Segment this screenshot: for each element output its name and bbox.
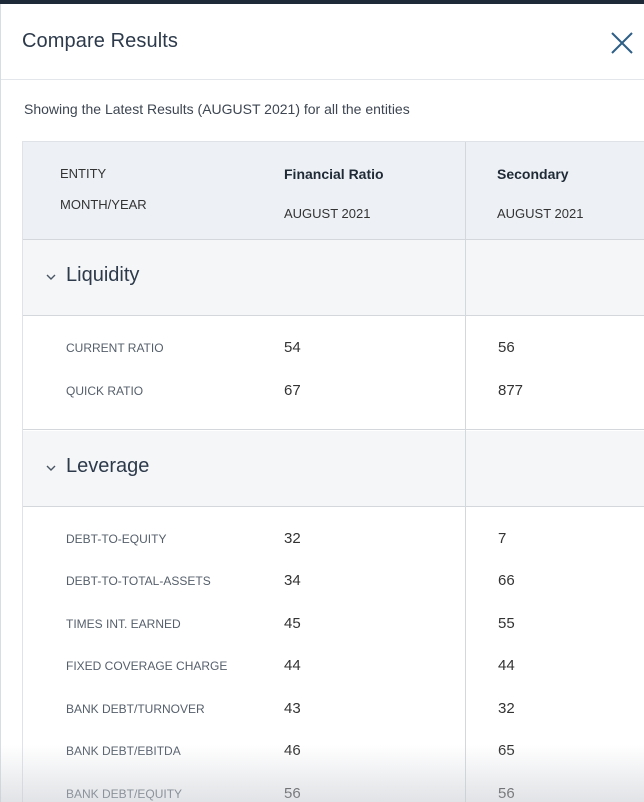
column-header-secondary: Secondary	[497, 166, 569, 182]
metric-label: BANK DEBT/EBITDA	[66, 744, 181, 758]
section-label: Liquidity	[66, 264, 140, 286]
secondary-value: 56	[498, 339, 515, 356]
financial-ratio-value: 44	[284, 657, 301, 674]
column-divider	[465, 142, 466, 802]
metric-label: DEBT-TO-TOTAL-ASSETS	[66, 574, 211, 588]
table-header: ENTITY MONTH/YEAR Financial Ratio AUGUST…	[23, 142, 644, 240]
section-label: Leverage	[66, 455, 150, 477]
month-year-label: MONTH/YEAR	[60, 197, 147, 212]
modal-header: Compare Results	[1, 4, 644, 80]
table-row: BANK DEBT/EQUITY 56 56	[23, 775, 644, 802]
metric-label: CURRENT RATIO	[66, 341, 164, 355]
column-date-financial-ratio: AUGUST 2021	[284, 206, 371, 221]
modal-title: Compare Results	[22, 30, 179, 52]
section-toggle-leverage[interactable]: Leverage	[23, 431, 644, 507]
financial-ratio-value: 54	[284, 339, 301, 356]
secondary-value: 56	[498, 785, 515, 802]
secondary-value: 32	[498, 700, 515, 717]
metric-label: FIXED COVERAGE CHARGE	[66, 659, 228, 673]
close-icon	[611, 32, 633, 54]
chevron-down-icon	[46, 274, 56, 280]
table-row: CURRENT RATIO 54 56	[23, 329, 644, 369]
metric-label: QUICK RATIO	[66, 384, 144, 398]
financial-ratio-value: 34	[284, 572, 301, 589]
table-row: BANK DEBT/TURNOVER 43 32	[23, 690, 644, 730]
results-subtitle: Showing the Latest Results (AUGUST 2021)…	[24, 101, 410, 117]
chevron-down-icon	[46, 465, 56, 471]
financial-ratio-value: 32	[284, 530, 301, 547]
close-button[interactable]	[607, 28, 637, 58]
metric-label: TIMES INT. EARNED	[66, 617, 181, 631]
secondary-value: 44	[498, 657, 515, 674]
financial-ratio-value: 46	[284, 742, 301, 759]
secondary-value: 7	[498, 530, 507, 547]
column-date-secondary: AUGUST 2021	[497, 206, 584, 221]
section-divider	[23, 429, 644, 430]
metric-label: DEBT-TO-EQUITY	[66, 532, 167, 546]
entity-label: ENTITY	[60, 166, 107, 181]
column-header-financial-ratio: Financial Ratio	[284, 166, 384, 182]
metric-label: BANK DEBT/TURNOVER	[66, 702, 205, 716]
secondary-value: 65	[498, 742, 515, 759]
table-row: QUICK RATIO 67 877	[23, 372, 644, 412]
table-row: BANK DEBT/EBITDA 46 65	[23, 732, 644, 772]
financial-ratio-value: 45	[284, 615, 301, 632]
financial-ratio-value: 43	[284, 700, 301, 717]
table-row: DEBT-TO-TOTAL-ASSETS 34 66	[23, 562, 644, 602]
compare-table: ENTITY MONTH/YEAR Financial Ratio AUGUST…	[22, 141, 644, 802]
secondary-value: 55	[498, 615, 515, 632]
financial-ratio-value: 67	[284, 382, 301, 399]
secondary-value: 877	[498, 382, 524, 399]
table-row: FIXED COVERAGE CHARGE 44 44	[23, 647, 644, 687]
section-toggle-liquidity[interactable]: Liquidity	[23, 240, 644, 316]
compare-results-modal: Compare Results Showing the Latest Resul…	[0, 4, 644, 802]
metric-label: BANK DEBT/EQUITY	[66, 787, 183, 801]
table-row: DEBT-TO-EQUITY 32 7	[23, 520, 644, 560]
secondary-value: 66	[498, 572, 515, 589]
table-row: TIMES INT. EARNED 45 55	[23, 605, 644, 645]
financial-ratio-value: 56	[284, 785, 301, 802]
